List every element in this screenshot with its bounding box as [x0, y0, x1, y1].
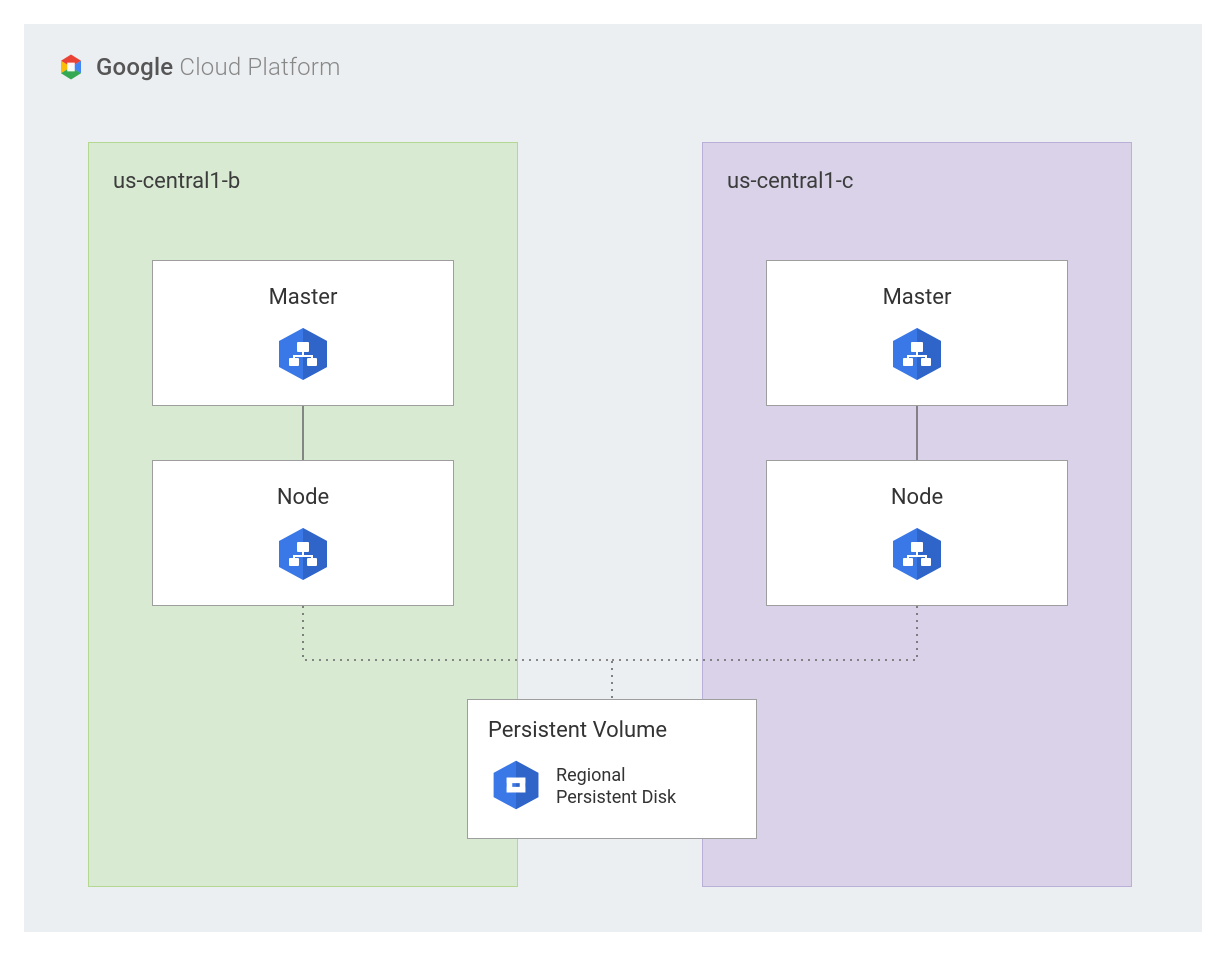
diagram-canvas: Google Cloud Platform us-central1-b us-c… [24, 24, 1202, 932]
kubernetes-engine-icon [887, 324, 947, 384]
gcp-logo-icon [56, 52, 86, 82]
gcp-header-text: Google Cloud Platform [96, 53, 341, 81]
pv-title: Persistent Volume [488, 718, 736, 743]
kubernetes-engine-icon [887, 524, 947, 584]
persistent-disk-icon [488, 757, 544, 817]
box-title: Master [153, 285, 453, 310]
box-title: Master [767, 285, 1067, 310]
node-box-left: Node [152, 460, 454, 606]
pv-subtitle: Regional Persistent Disk [556, 765, 676, 810]
master-box-right: Master [766, 260, 1068, 406]
node-box-right: Node [766, 460, 1068, 606]
kubernetes-engine-icon [273, 324, 333, 384]
gcp-header: Google Cloud Platform [56, 52, 341, 82]
zone-title: us-central1-b [113, 169, 240, 194]
master-box-left: Master [152, 260, 454, 406]
box-title: Node [767, 485, 1067, 510]
zone-title: us-central1-c [727, 169, 853, 194]
kubernetes-engine-icon [273, 524, 333, 584]
box-title: Node [153, 485, 453, 510]
persistent-volume-box: Persistent Volume Regional Persistent Di… [467, 699, 757, 839]
